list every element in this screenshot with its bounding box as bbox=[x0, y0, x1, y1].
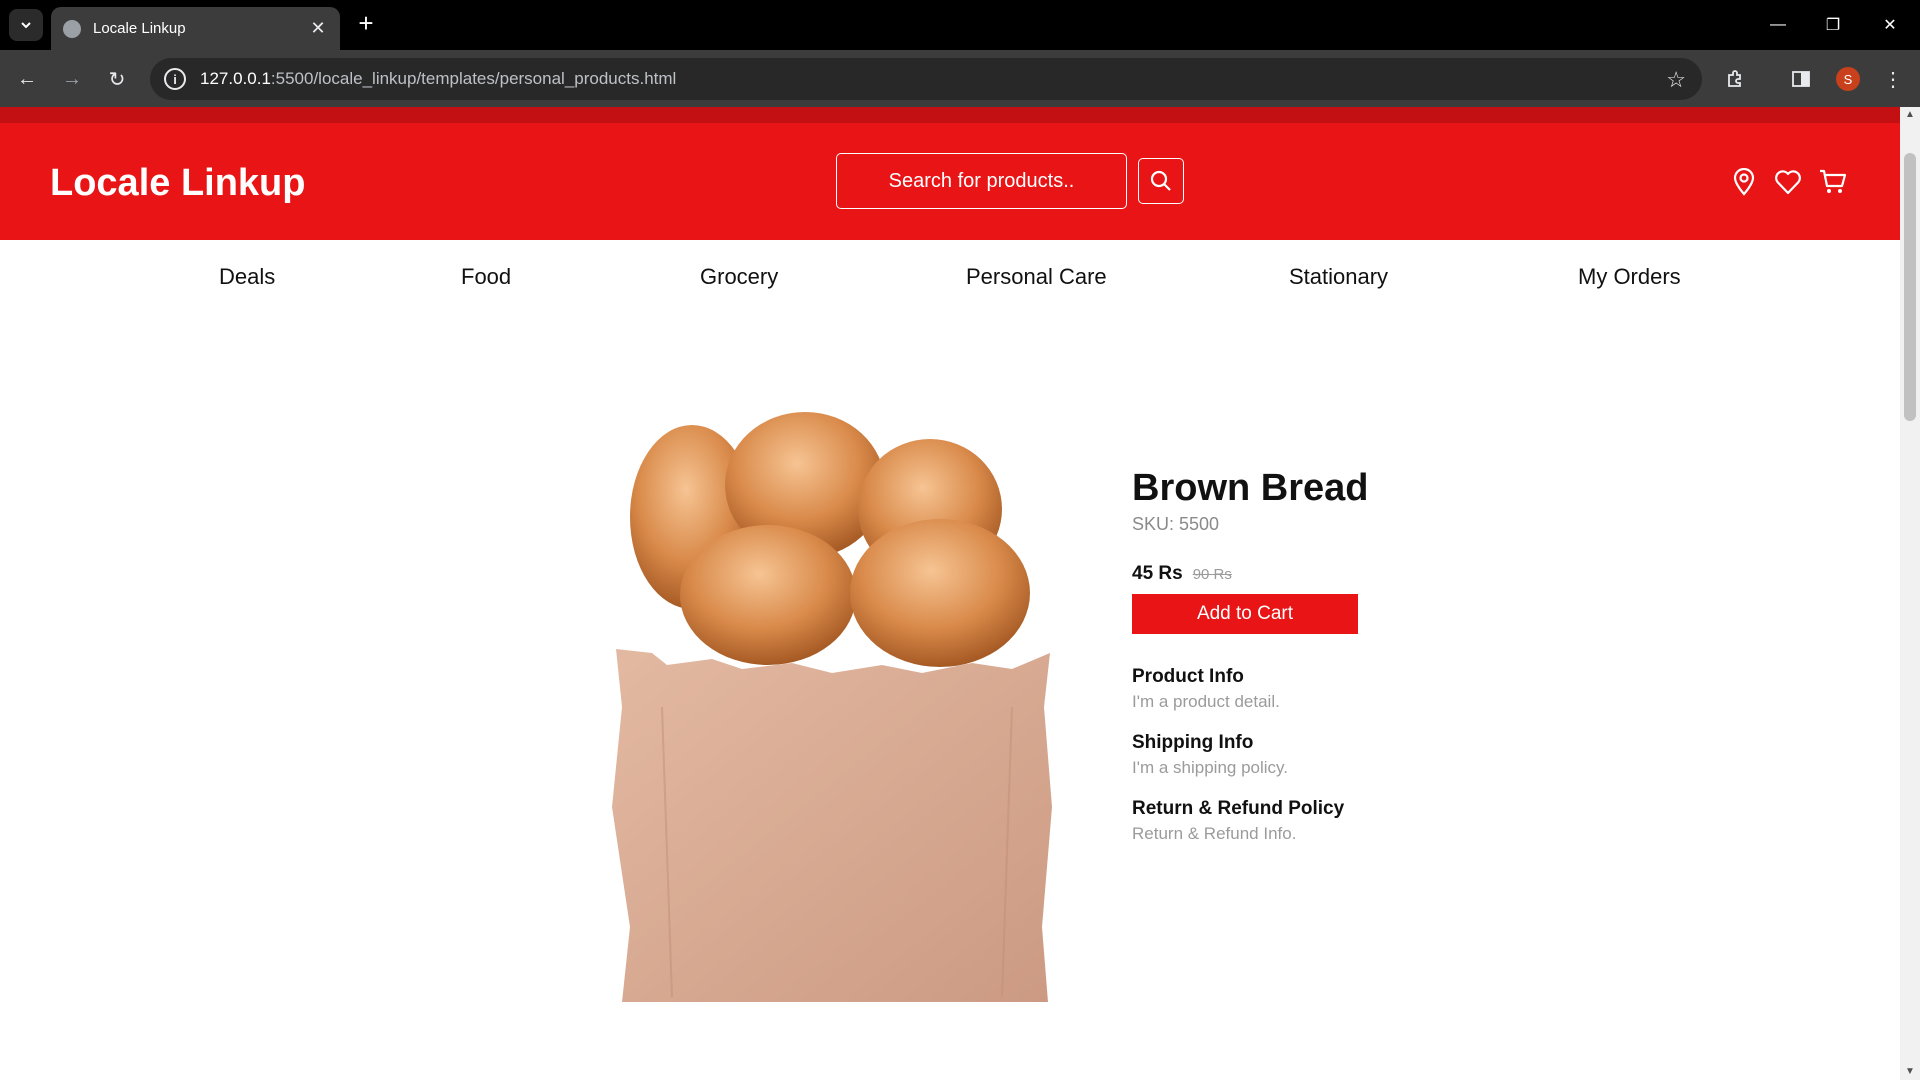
add-to-cart-button[interactable]: Add to Cart bbox=[1132, 594, 1358, 634]
nav-item-grocery[interactable]: Grocery bbox=[700, 264, 778, 290]
refund-policy-text: Return & Refund Info. bbox=[1132, 824, 1297, 843]
minimize-icon[interactable]: — bbox=[1758, 10, 1798, 40]
bread-loaf bbox=[850, 519, 1030, 667]
chevron-down-icon bbox=[21, 22, 31, 29]
search-input[interactable]: Search for products.. bbox=[836, 153, 1127, 209]
search-button[interactable] bbox=[1138, 158, 1184, 204]
refund-policy-heading: Return & Refund Policy bbox=[1132, 798, 1345, 819]
new-tab-button[interactable]: + bbox=[352, 10, 380, 38]
url-host: 127.0.0.1 bbox=[200, 69, 271, 88]
browser-tab-bar: Locale Linkup ✕ + — ❐ ✕ bbox=[0, 0, 1920, 50]
product-title: Brown Bread bbox=[1132, 467, 1369, 509]
globe-icon bbox=[63, 19, 81, 38]
url-path: :5500/locale_linkup/templates/personal_p… bbox=[270, 69, 677, 88]
nav-item-personal-care[interactable]: Personal Care bbox=[966, 264, 1107, 290]
back-arrow-icon[interactable]: ← bbox=[10, 62, 44, 96]
cart-icon[interactable] bbox=[1818, 167, 1848, 197]
close-window-icon[interactable]: ✕ bbox=[1870, 10, 1910, 40]
close-icon[interactable]: ✕ bbox=[308, 18, 328, 39]
forward-arrow-icon[interactable]: → bbox=[55, 62, 89, 96]
page-scrollbar[interactable]: ▲ ▼ bbox=[1900, 107, 1920, 1080]
shipping-info-heading: Shipping Info bbox=[1132, 732, 1254, 753]
nav-item-stationary[interactable]: Stationary bbox=[1289, 264, 1388, 290]
current-price: 45 Rs bbox=[1132, 563, 1183, 584]
bookmark-star-icon[interactable]: ☆ bbox=[1666, 67, 1686, 93]
address-bar[interactable]: i 127.0.0.1:5500/locale_linkup/templates… bbox=[150, 58, 1702, 100]
restore-icon[interactable]: ❐ bbox=[1813, 10, 1853, 40]
nav-item-deals[interactable]: Deals bbox=[219, 264, 275, 290]
active-tab[interactable]: Locale Linkup ✕ bbox=[51, 7, 340, 50]
browser-toolbar: ← → ↻ i 127.0.0.1:5500/locale_linkup/tem… bbox=[0, 50, 1920, 107]
menu-kebab-icon[interactable]: ⋮ bbox=[1876, 62, 1910, 96]
site-header: Locale Linkup Search for products.. bbox=[0, 107, 1900, 240]
original-price: 90 Rs bbox=[1192, 566, 1232, 583]
nav-item-food[interactable]: Food bbox=[461, 264, 511, 290]
scroll-down-arrow-icon[interactable]: ▼ bbox=[1900, 1064, 1920, 1080]
nav-item-my-orders[interactable]: My Orders bbox=[1578, 264, 1681, 290]
scroll-up-arrow-icon[interactable]: ▲ bbox=[1900, 107, 1920, 123]
header-top-strip bbox=[0, 107, 1900, 123]
product-info-text: I'm a product detail. bbox=[1132, 692, 1280, 711]
scroll-thumb[interactable] bbox=[1904, 153, 1916, 421]
reload-icon[interactable]: ↻ bbox=[100, 62, 134, 96]
product-detail: Brown Bread SKU: 5500 45 Rs 90 Rs Add to… bbox=[1132, 467, 1532, 844]
paper-bag bbox=[612, 649, 1052, 1002]
tab-search-button[interactable] bbox=[9, 9, 43, 41]
heart-icon[interactable] bbox=[1773, 167, 1803, 197]
product-info-heading: Product Info bbox=[1132, 666, 1244, 687]
extensions-icon[interactable] bbox=[1718, 62, 1752, 96]
site-info-icon[interactable]: i bbox=[164, 68, 186, 90]
product-image bbox=[612, 412, 1052, 1002]
product-sku: SKU: 5500 bbox=[1132, 514, 1220, 534]
category-nav: Deals Food Grocery Personal Care Station… bbox=[0, 240, 1900, 320]
search-icon bbox=[1150, 170, 1171, 191]
site-logo[interactable]: Locale Linkup bbox=[50, 162, 305, 205]
shipping-info-text: I'm a shipping policy. bbox=[1132, 758, 1289, 777]
side-panel-icon[interactable] bbox=[1784, 62, 1818, 96]
bread-loaf bbox=[680, 525, 856, 665]
location-pin-icon[interactable] bbox=[1729, 167, 1759, 197]
tab-title: Locale Linkup bbox=[93, 20, 186, 37]
profile-avatar[interactable]: S bbox=[1836, 67, 1860, 91]
price-row: 45 Rs 90 Rs bbox=[1132, 563, 1532, 585]
page-viewport: Locale Linkup Search for products.. Deal… bbox=[0, 107, 1900, 1080]
